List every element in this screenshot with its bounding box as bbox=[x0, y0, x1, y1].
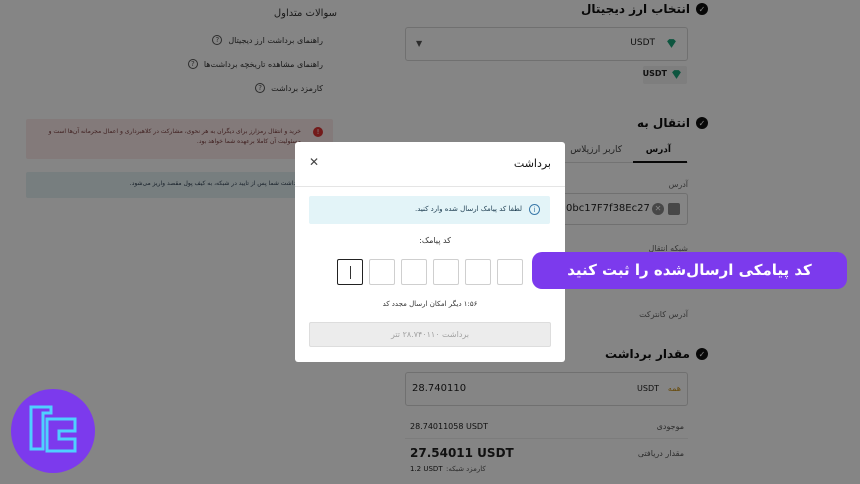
info-icon: i bbox=[529, 204, 540, 215]
sms-code-inputs bbox=[337, 259, 523, 285]
modal-title: برداشت bbox=[513, 157, 551, 170]
instruction-banner: کد پیامکی ارسال‌شده را ثبت کنید bbox=[532, 252, 847, 289]
code-digit-input[interactable] bbox=[465, 259, 491, 285]
code-digit-input[interactable] bbox=[401, 259, 427, 285]
withdraw-modal: برداشت ✕ i لطفا کد پیامک ارسال شده وارد … bbox=[295, 142, 565, 362]
divider bbox=[295, 186, 565, 187]
sms-code-label: کد پیامک: bbox=[419, 236, 451, 245]
code-digit-input[interactable] bbox=[337, 259, 363, 285]
code-digit-input[interactable] bbox=[369, 259, 395, 285]
resend-countdown: ۱:۵۶ دیگر امکان ارسال مجدد کد bbox=[382, 300, 478, 308]
sms-alert-text: لطفا کد پیامک ارسال شده وارد کنید. bbox=[414, 205, 522, 213]
confirm-withdraw-button[interactable]: برداشت ۲۸.۷۴۰۱۱۰ تتر bbox=[309, 322, 551, 347]
close-icon[interactable]: ✕ bbox=[309, 155, 319, 169]
sms-alert: i لطفا کد پیامک ارسال شده وارد کنید. bbox=[309, 196, 550, 224]
brand-logo bbox=[11, 389, 95, 473]
code-digit-input[interactable] bbox=[497, 259, 523, 285]
withdraw-page: سوالات متداول راهنمای برداشت ارز دیجیتال… bbox=[0, 0, 860, 484]
code-digit-input[interactable] bbox=[433, 259, 459, 285]
logo-mark-icon bbox=[29, 405, 77, 453]
